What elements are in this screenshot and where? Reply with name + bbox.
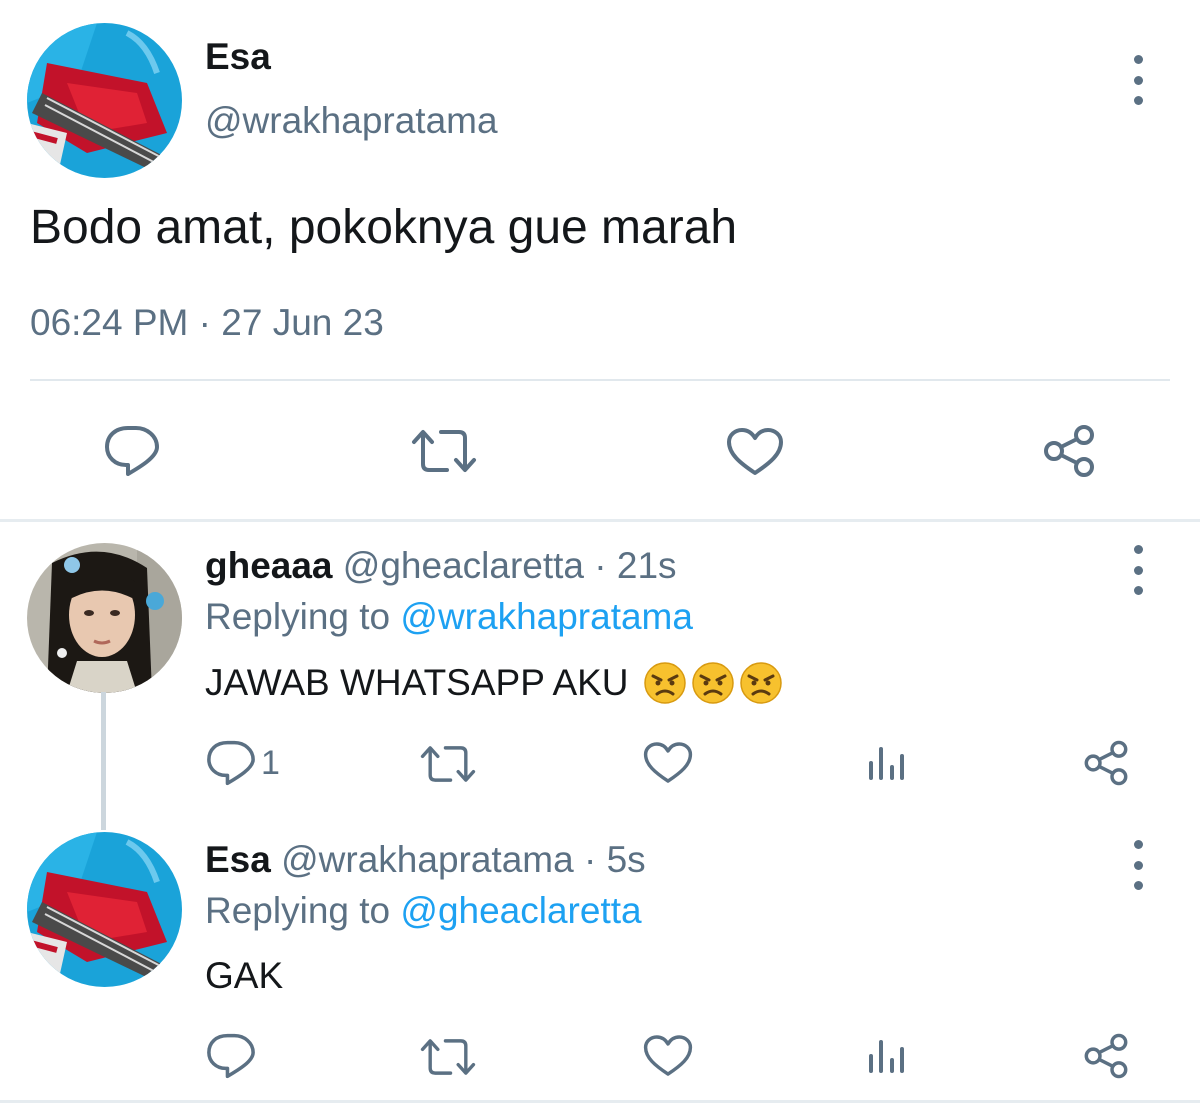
reply1-author-name[interactable]: gheaaa bbox=[205, 545, 333, 586]
reply2-header: Esa @wrakhapratama · 5s bbox=[205, 839, 646, 881]
share-icon[interactable] bbox=[1082, 739, 1130, 787]
like-icon[interactable] bbox=[726, 427, 784, 477]
section-divider bbox=[0, 519, 1200, 522]
main-more-options-icon[interactable] bbox=[1123, 55, 1153, 105]
replying-to-link[interactable]: @wrakhapratama bbox=[400, 596, 693, 637]
reply1-replying-to: Replying to @wrakhapratama bbox=[205, 596, 693, 638]
reply1-header: gheaaa @gheaclaretta · 21s bbox=[205, 545, 677, 587]
reply1-author-handle[interactable]: @gheaclaretta bbox=[343, 545, 584, 586]
main-tweet-date: 27 Jun 23 bbox=[221, 302, 384, 343]
like-icon[interactable] bbox=[643, 1034, 693, 1078]
replying-to-link[interactable]: @gheaclaretta bbox=[400, 890, 641, 931]
replying-to-label: Replying to bbox=[205, 596, 391, 637]
analytics-icon[interactable] bbox=[867, 1038, 907, 1074]
main-tweet-text: Bodo amat, pokoknya gue marah bbox=[30, 201, 738, 254]
retweet-icon[interactable] bbox=[411, 428, 477, 474]
like-icon[interactable] bbox=[643, 741, 693, 785]
angry-face-emoji bbox=[691, 661, 735, 705]
thread-line bbox=[101, 692, 106, 830]
reply-icon[interactable] bbox=[104, 425, 160, 477]
main-author-name[interactable]: Esa bbox=[205, 36, 271, 78]
share-icon[interactable] bbox=[1082, 1032, 1130, 1080]
reply1-age[interactable]: 21s bbox=[617, 545, 677, 586]
reply-icon[interactable] bbox=[206, 740, 256, 786]
share-icon[interactable] bbox=[1041, 423, 1097, 479]
angry-face-emoji bbox=[739, 661, 783, 705]
reply2-age[interactable]: 5s bbox=[607, 839, 646, 880]
section-divider bbox=[0, 1100, 1200, 1103]
main-avatar[interactable] bbox=[27, 23, 182, 178]
retweet-icon[interactable] bbox=[420, 1037, 476, 1077]
reply2-replying-to: Replying to @gheaclaretta bbox=[205, 890, 642, 932]
reply2-author-handle[interactable]: @wrakhapratama bbox=[281, 839, 574, 880]
retweet-icon[interactable] bbox=[420, 744, 476, 784]
main-tweet-time: 06:24 PM bbox=[30, 302, 189, 343]
reply1-avatar[interactable] bbox=[27, 543, 182, 693]
reply-count: 1 bbox=[261, 744, 280, 782]
reply1-text: JAWAB WHATSAPP AKU bbox=[205, 662, 629, 703]
meta-separator: · bbox=[594, 545, 607, 586]
reply1-more-options-icon[interactable] bbox=[1123, 545, 1153, 595]
meta-separator: · bbox=[198, 302, 211, 343]
reply2-author-name[interactable]: Esa bbox=[205, 839, 271, 880]
main-tweet-timestamp[interactable]: 06:24 PM · 27 Jun 23 bbox=[30, 302, 384, 344]
divider bbox=[30, 379, 1170, 381]
reply2-text-row: GAK bbox=[205, 955, 283, 997]
reply1-text-row: JAWAB WHATSAPP AKU bbox=[205, 661, 783, 705]
replying-to-label: Replying to bbox=[205, 890, 391, 931]
angry-face-emoji bbox=[643, 661, 687, 705]
main-author-handle[interactable]: @wrakhapratama bbox=[205, 100, 498, 142]
meta-separator: · bbox=[583, 839, 597, 880]
reply2-avatar[interactable] bbox=[27, 832, 182, 987]
reply2-text: GAK bbox=[205, 955, 284, 996]
analytics-icon[interactable] bbox=[867, 745, 907, 781]
reply2-more-options-icon[interactable] bbox=[1123, 840, 1153, 890]
reply-icon[interactable] bbox=[206, 1033, 256, 1079]
